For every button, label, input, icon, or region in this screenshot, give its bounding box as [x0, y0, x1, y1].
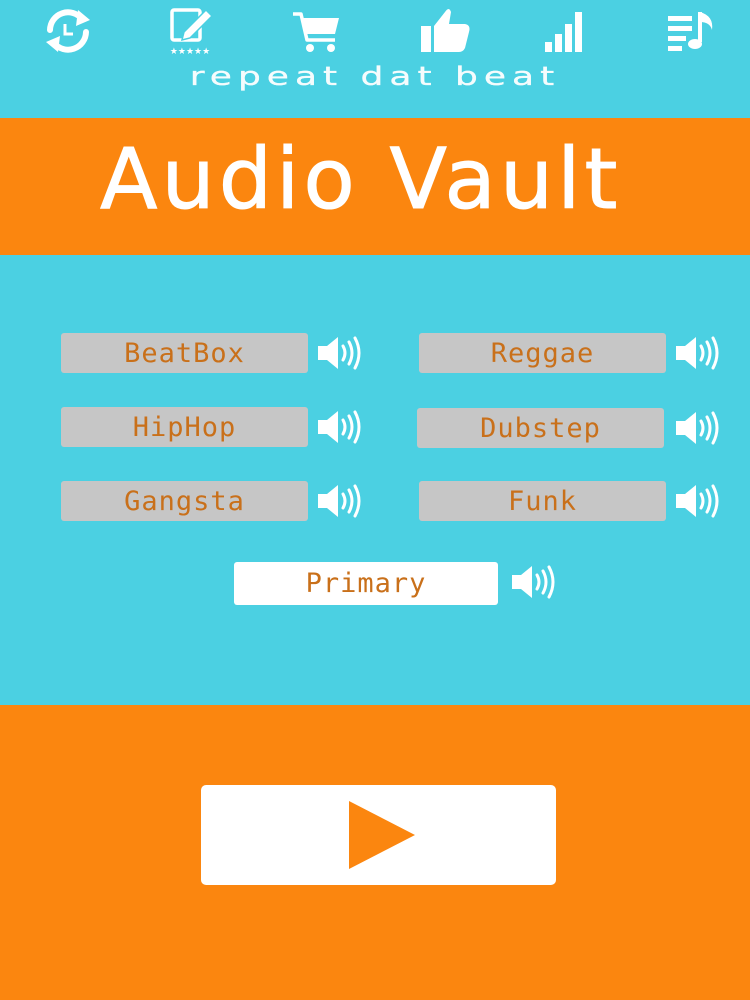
speaker-icon[interactable] — [316, 407, 364, 447]
rate-icon[interactable]: ★★★★★ — [162, 6, 218, 56]
playlist-icon[interactable] — [664, 6, 720, 56]
genre-button-funk[interactable]: Funk — [419, 481, 666, 521]
speaker-icon[interactable] — [674, 333, 722, 373]
cart-icon[interactable] — [289, 6, 345, 56]
genre-panel — [0, 255, 750, 705]
tagline: repeat dat beat — [189, 62, 561, 92]
genre-button-primary[interactable]: Primary — [234, 562, 498, 605]
genre-button-beatbox[interactable]: BeatBox — [61, 333, 308, 373]
speaker-icon[interactable] — [674, 481, 722, 521]
play-button[interactable] — [201, 785, 556, 885]
speaker-icon[interactable] — [316, 481, 364, 521]
signal-icon[interactable] — [537, 6, 593, 56]
thumbs-up-icon[interactable] — [417, 6, 473, 56]
speaker-icon[interactable] — [316, 333, 364, 373]
top-toolbar: ★★★★★ repeat dat beat — [0, 0, 750, 118]
rate-stars: ★★★★★ — [170, 47, 210, 56]
app-title: Audio Vault — [99, 130, 700, 229]
refresh-icon[interactable] — [40, 6, 96, 56]
app-root: ★★★★★ repeat dat beat Audio Vault BeatBo… — [0, 0, 750, 1000]
genre-button-hiphop[interactable]: HipHop — [61, 407, 308, 447]
speaker-icon[interactable] — [510, 562, 558, 602]
genre-button-gangsta[interactable]: Gangsta — [61, 481, 308, 521]
play-icon — [348, 801, 415, 869]
speaker-icon[interactable] — [674, 408, 722, 448]
genre-button-dubstep[interactable]: Dubstep — [417, 408, 664, 448]
app-title-text: Audio Vault — [99, 130, 622, 229]
genre-button-reggae[interactable]: Reggae — [419, 333, 666, 373]
